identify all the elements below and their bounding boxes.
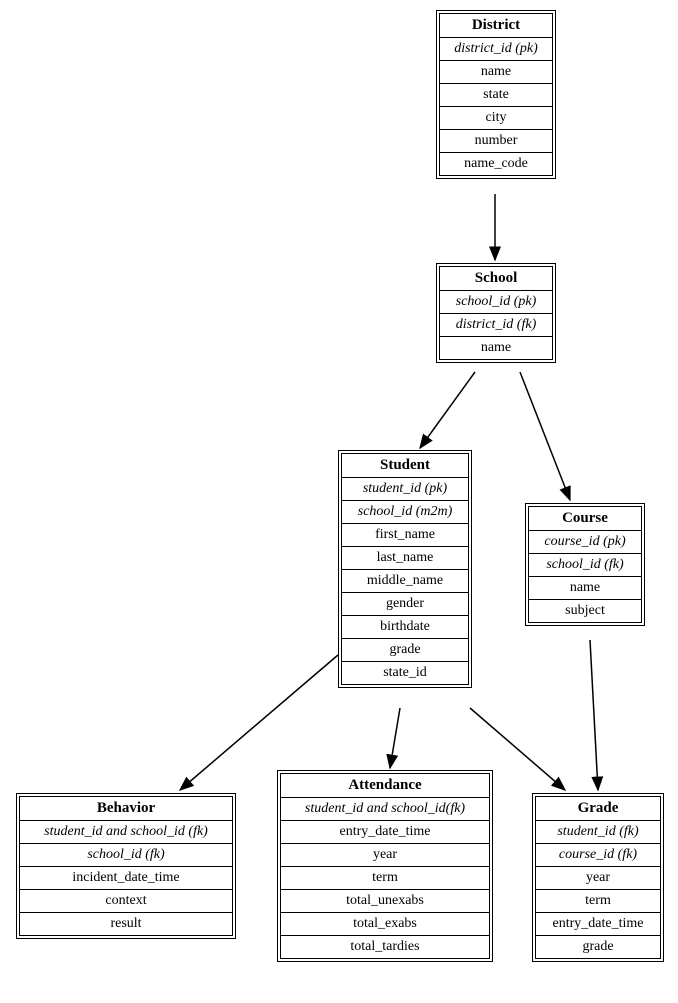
field: entry_date_time	[536, 913, 660, 936]
field: course_id (pk)	[529, 531, 641, 554]
field: school_id (fk)	[20, 844, 232, 867]
field: district_id (pk)	[440, 38, 552, 61]
entity-title: Behavior	[20, 797, 232, 821]
field: state	[440, 84, 552, 107]
field: name	[440, 337, 552, 359]
field: grade	[342, 639, 468, 662]
field: entry_date_time	[281, 821, 489, 844]
entity-district: District district_id (pk) name state cit…	[436, 10, 556, 179]
field: year	[281, 844, 489, 867]
field: district_id (fk)	[440, 314, 552, 337]
field: first_name	[342, 524, 468, 547]
field: context	[20, 890, 232, 913]
entity-course: Course course_id (pk) school_id (fk) nam…	[525, 503, 645, 626]
field: number	[440, 130, 552, 153]
field: course_id (fk)	[536, 844, 660, 867]
field: incident_date_time	[20, 867, 232, 890]
entity-school: School school_id (pk) district_id (fk) n…	[436, 263, 556, 363]
field: result	[20, 913, 232, 935]
field: gender	[342, 593, 468, 616]
entity-title: Attendance	[281, 774, 489, 798]
field: student_id (pk)	[342, 478, 468, 501]
field: name	[440, 61, 552, 84]
field: school_id (pk)	[440, 291, 552, 314]
entity-title: District	[440, 14, 552, 38]
field: grade	[536, 936, 660, 958]
entity-attendance: Attendance student_id and school_id(fk) …	[277, 770, 493, 962]
field: subject	[529, 600, 641, 622]
field: total_unexabs	[281, 890, 489, 913]
entity-student: Student student_id (pk) school_id (m2m) …	[338, 450, 472, 688]
entity-grade: Grade student_id (fk) course_id (fk) yea…	[532, 793, 664, 962]
field: name_code	[440, 153, 552, 175]
entity-behavior: Behavior student_id and school_id (fk) s…	[16, 793, 236, 939]
field: student_id and school_id (fk)	[20, 821, 232, 844]
field: state_id	[342, 662, 468, 684]
entity-title: Student	[342, 454, 468, 478]
field: student_id (fk)	[536, 821, 660, 844]
field: total_exabs	[281, 913, 489, 936]
entity-title: Grade	[536, 797, 660, 821]
field: city	[440, 107, 552, 130]
field: birthdate	[342, 616, 468, 639]
field: last_name	[342, 547, 468, 570]
entity-title: School	[440, 267, 552, 291]
field: term	[536, 890, 660, 913]
field: student_id and school_id(fk)	[281, 798, 489, 821]
field: name	[529, 577, 641, 600]
field: term	[281, 867, 489, 890]
field: middle_name	[342, 570, 468, 593]
entity-title: Course	[529, 507, 641, 531]
field: school_id (fk)	[529, 554, 641, 577]
field: year	[536, 867, 660, 890]
field: school_id (m2m)	[342, 501, 468, 524]
field: total_tardies	[281, 936, 489, 958]
